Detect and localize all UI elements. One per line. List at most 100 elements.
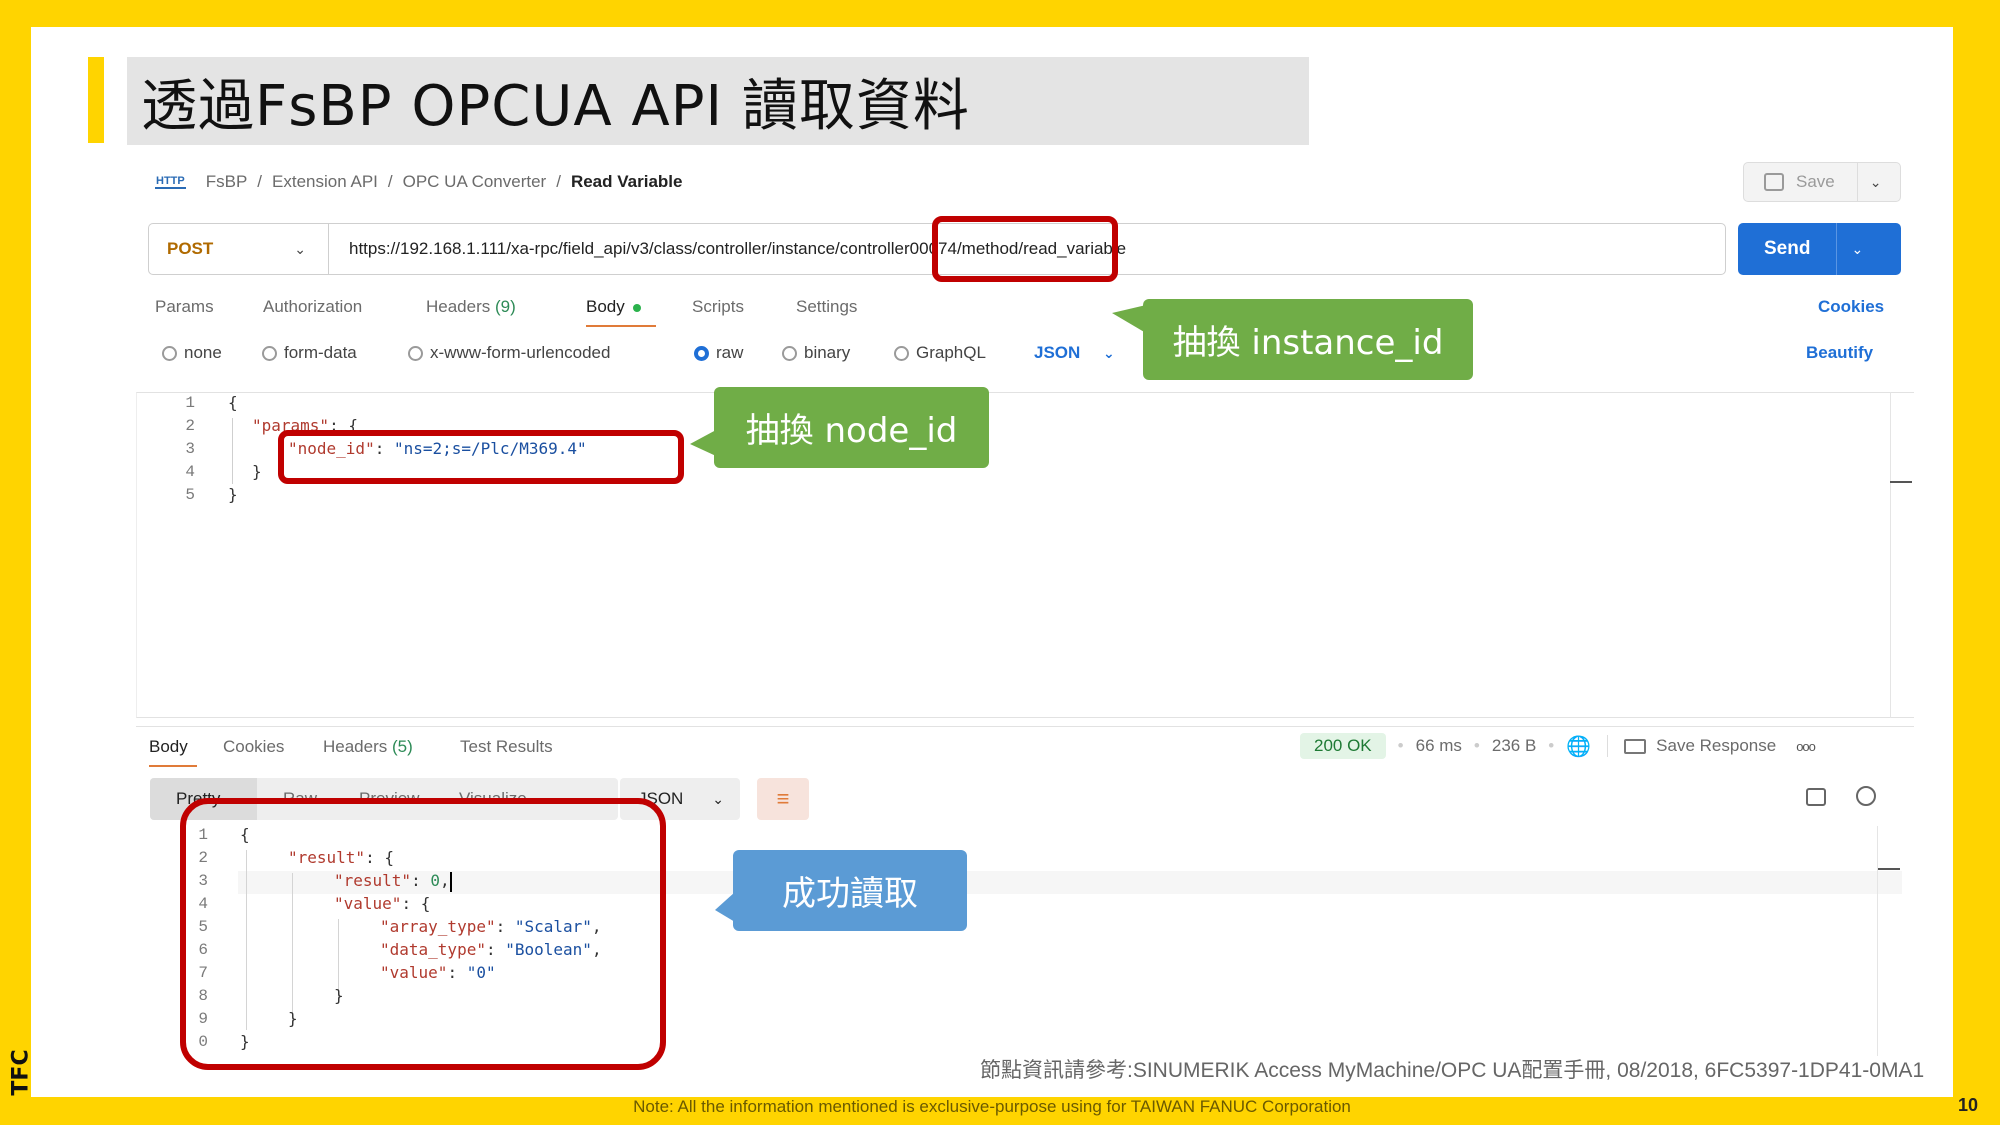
- response-tab-test-results[interactable]: Test Results: [460, 737, 553, 757]
- chevron-down-icon[interactable]: ⌄: [1870, 174, 1882, 191]
- radio-none[interactable]: none: [162, 343, 262, 363]
- save-icon: [1764, 173, 1784, 191]
- response-size: 236 B: [1491, 736, 1537, 755]
- tab-body[interactable]: Body: [586, 297, 692, 327]
- response-divider: [136, 726, 1914, 727]
- response-tab-body-label: Body: [149, 737, 188, 756]
- scroll-thumb[interactable]: [1890, 481, 1912, 483]
- breadcrumb: HTTP FsBP / Extension API / OPC UA Conve…: [155, 170, 682, 194]
- chevron-down-icon: ⌄: [294, 240, 306, 257]
- status-dot-icon: [633, 303, 642, 312]
- callout-success-text: 成功讀取: [782, 874, 918, 914]
- radio-binary-label: binary: [804, 343, 851, 362]
- radio-binary[interactable]: binary: [782, 343, 894, 363]
- response-tab-body[interactable]: Body: [149, 737, 223, 767]
- radio-raw-label: raw: [716, 343, 744, 362]
- tfc-logo: TFC: [4, 1042, 38, 1102]
- send-divider: [1836, 223, 1838, 275]
- highlight-instance-id: [932, 216, 1118, 282]
- breadcrumb-separator: /: [387, 172, 393, 191]
- save-label: Save: [1796, 172, 1835, 191]
- radio-graphql[interactable]: GraphQL: [894, 343, 1034, 363]
- search-icon[interactable]: [1856, 786, 1876, 806]
- send-label: Send: [1764, 238, 1811, 259]
- tab-scripts[interactable]: Scripts: [692, 297, 796, 317]
- highlight-node-id: [278, 430, 684, 484]
- meta-dot: •: [1473, 736, 1480, 755]
- line-number: 1: [185, 394, 195, 412]
- response-tab-headers[interactable]: Headers (5): [323, 737, 460, 757]
- save-divider: [1856, 162, 1858, 202]
- radio-icon: [162, 346, 177, 362]
- radio-raw[interactable]: raw: [694, 343, 782, 363]
- response-tabs: Body Cookies Headers (5) Test Results: [149, 737, 553, 767]
- tfc-logo-text: TFC: [8, 1048, 34, 1096]
- radio-none-label: none: [184, 343, 222, 362]
- wrap-lines-button[interactable]: ≡: [757, 778, 809, 820]
- request-tabs: Params Authorization Headers (9) Body Sc…: [155, 297, 886, 327]
- status-badge: 200 OK: [1300, 733, 1386, 759]
- send-button[interactable]: Send ⌄: [1738, 223, 1901, 275]
- format-label: JSON: [1034, 343, 1081, 362]
- title-box: 透過FsBP OPCUA API 讀取資料: [127, 57, 1309, 145]
- callout-pointer: [715, 892, 735, 922]
- chevron-down-icon: ⌄: [712, 790, 724, 807]
- tab-headers-count: (9): [495, 297, 516, 316]
- code-brace: }: [228, 485, 238, 504]
- meta-dot: •: [1548, 736, 1555, 755]
- callout-pointer: [690, 430, 716, 456]
- code-brace: {: [228, 393, 238, 412]
- radio-icon: [782, 346, 797, 362]
- response-tab-headers-label: Headers: [323, 737, 388, 756]
- title-accent-bar: [88, 57, 104, 143]
- wrap-lines-icon: ≡: [776, 786, 790, 811]
- radio-selected-icon: [694, 346, 709, 362]
- more-options-icon[interactable]: ooo: [1796, 739, 1816, 754]
- response-meta: 200 OK • 66 ms • 236 B • 🌐 Save Response…: [1300, 733, 1816, 759]
- response-tab-cookies[interactable]: Cookies: [223, 737, 323, 757]
- editor-scrollbar[interactable]: [1890, 392, 1914, 718]
- body-type-options: none form-data x-www-form-urlencoded raw…: [162, 343, 1115, 363]
- radio-form-data[interactable]: form-data: [262, 343, 408, 363]
- save-button[interactable]: Save ⌄: [1743, 162, 1901, 202]
- line-number: 2: [185, 417, 195, 435]
- globe-warning-icon[interactable]: 🌐: [1566, 734, 1591, 759]
- chevron-down-icon[interactable]: ⌄: [1851, 241, 1863, 258]
- tab-settings[interactable]: Settings: [796, 297, 886, 317]
- response-tab-headers-count: (5): [392, 737, 413, 756]
- callout-instance-text: 抽換 instance_id: [1172, 323, 1444, 363]
- radio-form-data-label: form-data: [284, 343, 357, 362]
- page-title: 透過FsBP OPCUA API 讀取資料: [141, 73, 970, 139]
- scroll-thumb[interactable]: [1878, 868, 1900, 870]
- radio-urlencoded[interactable]: x-www-form-urlencoded: [408, 343, 694, 363]
- tab-authorization[interactable]: Authorization: [263, 297, 426, 317]
- response-scrollbar[interactable]: [1877, 826, 1878, 1056]
- radio-icon: [894, 346, 909, 362]
- tab-active-underline: [149, 765, 197, 767]
- tab-params[interactable]: Params: [155, 297, 263, 317]
- save-response-icon: [1624, 738, 1647, 754]
- radio-icon: [262, 346, 277, 362]
- line-number: 4: [185, 463, 195, 481]
- breadcrumb-item[interactable]: Extension API: [272, 172, 378, 192]
- save-response-label: Save Response: [1656, 736, 1777, 755]
- callout-success: 成功讀取: [733, 850, 967, 931]
- beautify-link[interactable]: Beautify: [1806, 343, 1873, 363]
- method-select[interactable]: POST ⌄: [149, 224, 329, 274]
- radio-graphql-label: GraphQL: [916, 343, 986, 362]
- breadcrumb-current: Read Variable: [570, 172, 683, 191]
- save-response-button[interactable]: Save Response: [1624, 736, 1776, 756]
- tab-headers[interactable]: Headers (9): [426, 297, 586, 317]
- breadcrumb-item[interactable]: FsBP: [206, 172, 248, 192]
- highlight-response: [180, 798, 666, 1070]
- line-number: 5: [185, 486, 195, 504]
- copy-icon[interactable]: [1806, 788, 1826, 806]
- format-select[interactable]: JSON ⌄: [1034, 343, 1115, 363]
- radio-icon: [408, 346, 423, 362]
- breadcrumb-item[interactable]: OPC UA Converter: [403, 172, 547, 192]
- method-label: POST: [167, 239, 214, 258]
- cookies-link[interactable]: Cookies: [1818, 297, 1884, 317]
- line-number: 3: [185, 440, 195, 458]
- tab-headers-label: Headers: [426, 297, 491, 316]
- page-number: 10: [1958, 1095, 1979, 1115]
